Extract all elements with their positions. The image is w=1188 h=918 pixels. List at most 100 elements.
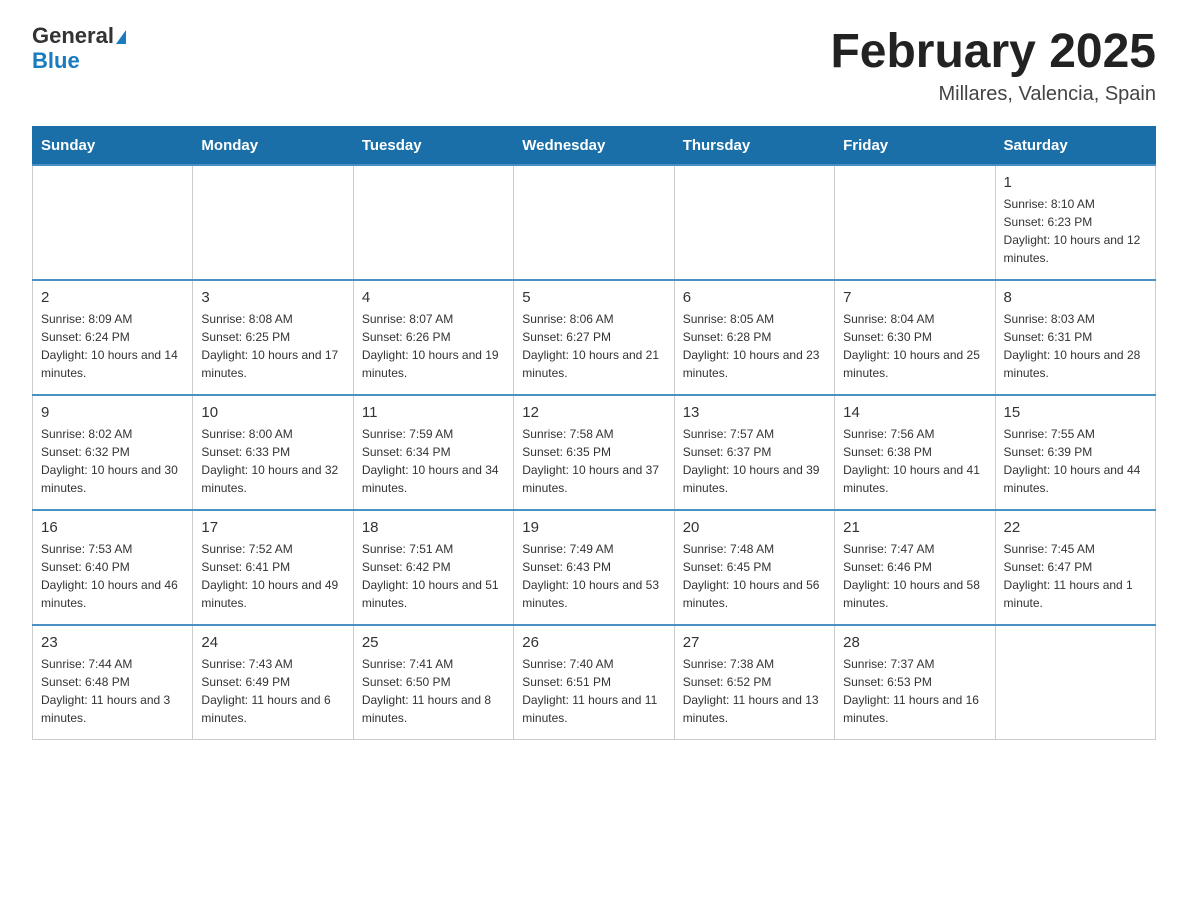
- logo: General Blue: [32, 24, 126, 74]
- table-row: 15 Sunrise: 7:55 AM Sunset: 6:39 PM Dayli…: [995, 395, 1155, 510]
- day-number: 12: [522, 404, 665, 421]
- logo-line2: Blue: [32, 48, 80, 74]
- day-info: Sunrise: 7:51 AM Sunset: 6:42 PM Dayligh…: [362, 540, 505, 612]
- day-number: 19: [522, 519, 665, 536]
- table-row: 28 Sunrise: 7:37 AM Sunset: 6:53 PM Dayli…: [835, 625, 995, 740]
- day-info: Sunrise: 7:45 AM Sunset: 6:47 PM Dayligh…: [1004, 540, 1147, 612]
- table-row: 18 Sunrise: 7:51 AM Sunset: 6:42 PM Dayli…: [353, 510, 513, 625]
- table-row: 6 Sunrise: 8:05 AM Sunset: 6:28 PM Daylig…: [674, 280, 834, 395]
- table-row: 20 Sunrise: 7:48 AM Sunset: 6:45 PM Dayli…: [674, 510, 834, 625]
- day-info: Sunrise: 8:05 AM Sunset: 6:28 PM Dayligh…: [683, 310, 826, 382]
- logo-triangle-icon: [116, 30, 126, 44]
- calendar-table: Sunday Monday Tuesday Wednesday Thursday…: [32, 126, 1156, 740]
- day-number: 28: [843, 634, 986, 651]
- header-tuesday: Tuesday: [353, 127, 513, 166]
- calendar-week-row: 1 Sunrise: 8:10 AM Sunset: 6:23 PM Daylig…: [33, 165, 1156, 280]
- day-number: 5: [522, 289, 665, 306]
- day-number: 25: [362, 634, 505, 651]
- table-row: [995, 625, 1155, 740]
- day-info: Sunrise: 7:37 AM Sunset: 6:53 PM Dayligh…: [843, 655, 986, 727]
- table-row: [674, 165, 834, 280]
- day-info: Sunrise: 7:55 AM Sunset: 6:39 PM Dayligh…: [1004, 425, 1147, 497]
- day-number: 20: [683, 519, 826, 536]
- header-saturday: Saturday: [995, 127, 1155, 166]
- day-number: 2: [41, 289, 184, 306]
- day-number: 18: [362, 519, 505, 536]
- table-row: 27 Sunrise: 7:38 AM Sunset: 6:52 PM Dayli…: [674, 625, 834, 740]
- day-number: 14: [843, 404, 986, 421]
- table-row: 7 Sunrise: 8:04 AM Sunset: 6:30 PM Daylig…: [835, 280, 995, 395]
- table-row: 17 Sunrise: 7:52 AM Sunset: 6:41 PM Dayli…: [193, 510, 353, 625]
- table-row: 9Sunrise: 8:02 AM Sunset: 6:32 PM Daylig…: [33, 395, 193, 510]
- day-info: Sunrise: 7:48 AM Sunset: 6:45 PM Dayligh…: [683, 540, 826, 612]
- day-info: Sunrise: 8:07 AM Sunset: 6:26 PM Dayligh…: [362, 310, 505, 382]
- day-info: Sunrise: 7:38 AM Sunset: 6:52 PM Dayligh…: [683, 655, 826, 727]
- table-row: 8 Sunrise: 8:03 AM Sunset: 6:31 PM Daylig…: [995, 280, 1155, 395]
- table-row: 26 Sunrise: 7:40 AM Sunset: 6:51 PM Dayli…: [514, 625, 674, 740]
- day-info: Sunrise: 7:49 AM Sunset: 6:43 PM Dayligh…: [522, 540, 665, 612]
- day-number: 16: [41, 519, 184, 536]
- day-number: 1: [1004, 174, 1147, 191]
- day-info: Sunrise: 8:00 AM Sunset: 6:33 PM Dayligh…: [201, 425, 344, 497]
- table-row: 1 Sunrise: 8:10 AM Sunset: 6:23 PM Daylig…: [995, 165, 1155, 280]
- table-row: 16 Sunrise: 7:53 AM Sunset: 6:40 PM Dayli…: [33, 510, 193, 625]
- day-number: 3: [201, 289, 344, 306]
- day-info: Sunrise: 8:09 AM Sunset: 6:24 PM Dayligh…: [41, 310, 184, 382]
- table-row: [835, 165, 995, 280]
- day-info: Sunrise: 7:53 AM Sunset: 6:40 PM Dayligh…: [41, 540, 184, 612]
- table-row: 10 Sunrise: 8:00 AM Sunset: 6:33 PM Dayli…: [193, 395, 353, 510]
- calendar-body: 1 Sunrise: 8:10 AM Sunset: 6:23 PM Daylig…: [33, 165, 1156, 740]
- day-info: Sunrise: 7:58 AM Sunset: 6:35 PM Dayligh…: [522, 425, 665, 497]
- header-friday: Friday: [835, 127, 995, 166]
- table-row: 14Sunrise: 7:56 AM Sunset: 6:38 PM Dayli…: [835, 395, 995, 510]
- day-number: 11: [362, 404, 505, 421]
- month-title: February 2025: [830, 24, 1156, 79]
- day-info: Sunrise: 7:59 AM Sunset: 6:34 PM Dayligh…: [362, 425, 505, 497]
- table-row: 23 Sunrise: 7:44 AM Sunset: 6:48 PM Dayli…: [33, 625, 193, 740]
- day-info: Sunrise: 8:08 AM Sunset: 6:25 PM Dayligh…: [201, 310, 344, 382]
- day-number: 7: [843, 289, 986, 306]
- calendar-week-row: 9Sunrise: 8:02 AM Sunset: 6:32 PM Daylig…: [33, 395, 1156, 510]
- day-info: Sunrise: 8:03 AM Sunset: 6:31 PM Dayligh…: [1004, 310, 1147, 382]
- day-number: 24: [201, 634, 344, 651]
- page-header: General Blue February 2025 Millares, Val…: [32, 24, 1156, 106]
- table-row: 13 Sunrise: 7:57 AM Sunset: 6:37 PM Dayli…: [674, 395, 834, 510]
- day-number: 27: [683, 634, 826, 651]
- day-number: 13: [683, 404, 826, 421]
- header-row: Sunday Monday Tuesday Wednesday Thursday…: [33, 127, 1156, 166]
- day-info: Sunrise: 7:52 AM Sunset: 6:41 PM Dayligh…: [201, 540, 344, 612]
- day-info: Sunrise: 7:47 AM Sunset: 6:46 PM Dayligh…: [843, 540, 986, 612]
- day-number: 4: [362, 289, 505, 306]
- table-row: 2 Sunrise: 8:09 AM Sunset: 6:24 PM Daylig…: [33, 280, 193, 395]
- day-info: Sunrise: 7:40 AM Sunset: 6:51 PM Dayligh…: [522, 655, 665, 727]
- day-info: Sunrise: 7:57 AM Sunset: 6:37 PM Dayligh…: [683, 425, 826, 497]
- calendar-week-row: 16 Sunrise: 7:53 AM Sunset: 6:40 PM Dayli…: [33, 510, 1156, 625]
- header-monday: Monday: [193, 127, 353, 166]
- header-wednesday: Wednesday: [514, 127, 674, 166]
- day-number: 10: [201, 404, 344, 421]
- table-row: 4 Sunrise: 8:07 AM Sunset: 6:26 PM Daylig…: [353, 280, 513, 395]
- day-number: 23: [41, 634, 184, 651]
- day-info: Sunrise: 8:10 AM Sunset: 6:23 PM Dayligh…: [1004, 195, 1147, 267]
- day-number: 15: [1004, 404, 1147, 421]
- calendar-week-row: 23 Sunrise: 7:44 AM Sunset: 6:48 PM Dayli…: [33, 625, 1156, 740]
- table-row: 11 Sunrise: 7:59 AM Sunset: 6:34 PM Dayli…: [353, 395, 513, 510]
- table-row: 5Sunrise: 8:06 AM Sunset: 6:27 PM Daylig…: [514, 280, 674, 395]
- day-number: 6: [683, 289, 826, 306]
- day-info: Sunrise: 7:41 AM Sunset: 6:50 PM Dayligh…: [362, 655, 505, 727]
- table-row: 22Sunrise: 7:45 AM Sunset: 6:47 PM Dayli…: [995, 510, 1155, 625]
- table-row: [193, 165, 353, 280]
- logo-line1: General: [32, 24, 126, 48]
- day-number: 8: [1004, 289, 1147, 306]
- table-row: [514, 165, 674, 280]
- day-number: 9: [41, 404, 184, 421]
- table-row: 3 Sunrise: 8:08 AM Sunset: 6:25 PM Daylig…: [193, 280, 353, 395]
- day-number: 26: [522, 634, 665, 651]
- table-row: [353, 165, 513, 280]
- table-row: 25 Sunrise: 7:41 AM Sunset: 6:50 PM Dayli…: [353, 625, 513, 740]
- table-row: 21Sunrise: 7:47 AM Sunset: 6:46 PM Dayli…: [835, 510, 995, 625]
- day-number: 17: [201, 519, 344, 536]
- day-info: Sunrise: 7:44 AM Sunset: 6:48 PM Dayligh…: [41, 655, 184, 727]
- table-row: 12 Sunrise: 7:58 AM Sunset: 6:35 PM Dayli…: [514, 395, 674, 510]
- day-info: Sunrise: 8:04 AM Sunset: 6:30 PM Dayligh…: [843, 310, 986, 382]
